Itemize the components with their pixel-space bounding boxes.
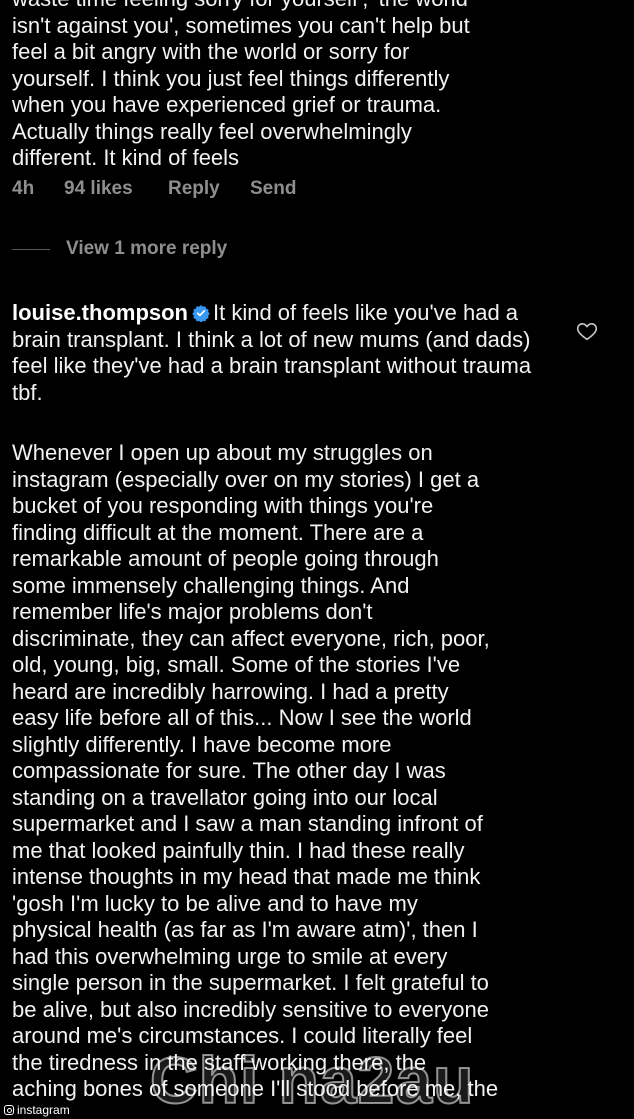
verified-badge-icon: [192, 305, 210, 322]
reply-button[interactable]: Reply: [168, 178, 250, 200]
comment-actions: 4h 94 likes Reply Send: [12, 178, 296, 200]
view-more-replies-button[interactable]: View 1 more reply: [12, 238, 227, 260]
reply-comment: louise.thompson It kind of feels like yo…: [12, 300, 557, 406]
instagram-icon: [4, 1105, 14, 1115]
heart-outline-icon[interactable]: [576, 320, 598, 342]
source-tag: instagram: [0, 1101, 74, 1119]
reply-comment-continued: Whenever I open up about my struggles on…: [12, 440, 499, 1101]
send-button[interactable]: Send: [250, 178, 296, 200]
view-more-replies-label: View 1 more reply: [66, 238, 228, 259]
likes-count[interactable]: 94 likes: [64, 178, 168, 200]
comment-username[interactable]: louise.thompson: [12, 300, 188, 325]
comment-text: waste time feeling sorry for yourself', …: [12, 0, 470, 170]
comments-thread: waste time feeling sorry for yourself', …: [0, 0, 634, 1119]
comment-timestamp: 4h: [12, 178, 35, 199]
divider: [12, 248, 50, 250]
source-label: instagram: [17, 1103, 70, 1117]
